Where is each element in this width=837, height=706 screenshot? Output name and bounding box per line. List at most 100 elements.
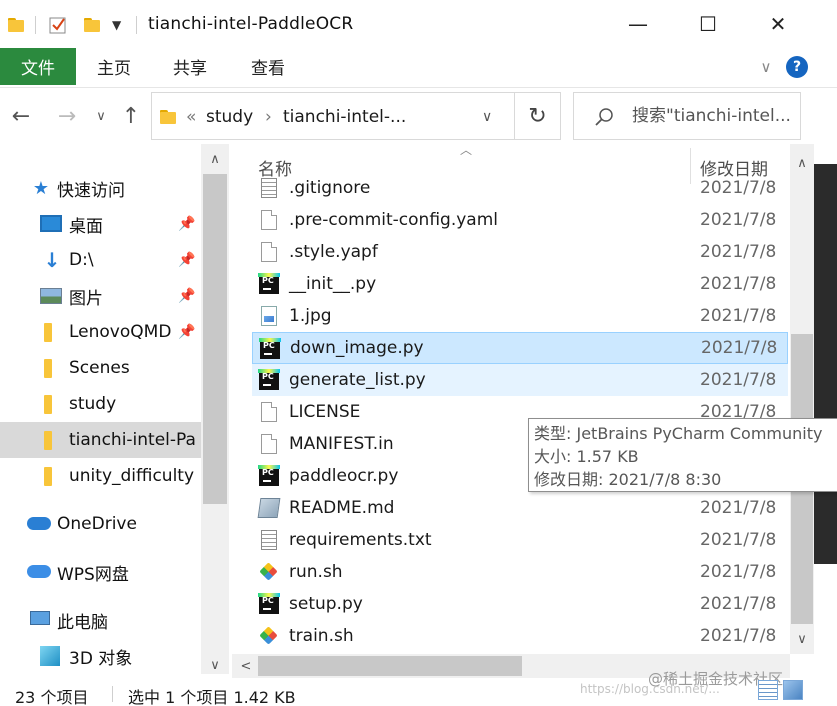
- file-icon: [261, 402, 277, 422]
- sidebar-item-label: study: [69, 394, 117, 414]
- file-name: requirements.txt: [289, 530, 432, 550]
- details-view-icon[interactable]: [758, 680, 778, 700]
- star-icon: ★: [32, 177, 50, 199]
- sidebar-item-scenes[interactable]: Scenes: [0, 350, 201, 386]
- pycharm-file-icon: [258, 273, 280, 294]
- file-row[interactable]: 1.jpg 2021/7/8: [252, 300, 788, 332]
- help-icon[interactable]: ?: [786, 56, 808, 78]
- cloud-icon: [27, 565, 51, 578]
- desktop-icon: [40, 215, 62, 232]
- sidebar-item-label: LenovoQMD: [69, 322, 172, 342]
- breadcrumb-current-folder[interactable]: tianchi-intel-...: [283, 107, 406, 127]
- sidebar-item-this-pc[interactable]: 此电脑: [0, 602, 201, 638]
- up-arrow-icon[interactable]: ↑: [118, 104, 144, 129]
- file-row[interactable]: down_image.py 2021/7/8: [252, 332, 788, 364]
- title-bar: ▼ tianchi-intel-PaddleOCR — ☐ ✕: [0, 0, 837, 48]
- selection-info: 选中 1 个项目 1.42 KB: [128, 688, 296, 706]
- divider: [136, 16, 137, 34]
- pin-icon: 📌: [178, 288, 196, 304]
- properties-check-icon[interactable]: [49, 13, 67, 37]
- image-file-icon: [261, 306, 277, 326]
- scroll-up-chevron-icon[interactable]: ∧: [788, 150, 816, 176]
- file-row[interactable]: __init__.py 2021/7/8: [252, 268, 788, 300]
- sidebar-item-desktop[interactable]: 桌面 📌: [0, 206, 201, 242]
- new-folder-icon[interactable]: [84, 13, 100, 37]
- computer-icon: [30, 611, 50, 625]
- file-row[interactable]: .pre-commit-config.yaml 2021/7/8: [252, 204, 788, 236]
- watermark-url: https://blog.csdn.net/...: [580, 682, 720, 696]
- refresh-icon[interactable]: ↻: [514, 92, 560, 140]
- expand-ribbon-chevron-icon[interactable]: ∨: [752, 48, 780, 85]
- file-date: 2021/7/8: [700, 274, 777, 294]
- tooltip-size: 大小: 1.57 KB: [534, 447, 639, 466]
- sidebar-scrollbar[interactable]: ∧ ∨: [201, 144, 229, 674]
- file-row[interactable]: setup.py 2021/7/8: [252, 588, 788, 620]
- sidebar-item-label: tianchi-intel-Pa: [69, 430, 196, 450]
- file-row[interactable]: .style.yapf 2021/7/8: [252, 236, 788, 268]
- breadcrumb-study[interactable]: study: [206, 107, 253, 127]
- large-icons-view-icon[interactable]: [783, 680, 803, 700]
- file-row[interactable]: requirements.txt 2021/7/8: [252, 524, 788, 556]
- forward-arrow-icon[interactable]: →: [54, 104, 80, 129]
- maximize-button[interactable]: ☐: [673, 0, 743, 48]
- sidebar-item-onedrive[interactable]: OneDrive: [0, 506, 201, 542]
- text-file-icon: [261, 530, 277, 550]
- sidebar-item-quick-access[interactable]: ★ 快速访问: [0, 170, 201, 206]
- file-icon: [261, 210, 277, 230]
- close-button[interactable]: ✕: [743, 0, 813, 48]
- file-row[interactable]: README.md 2021/7/8: [252, 492, 788, 524]
- scrollbar-thumb[interactable]: [258, 656, 522, 676]
- sidebar-item-wps-drive[interactable]: WPS网盘: [0, 554, 201, 590]
- file-row[interactable]: train.sh 2021/7/8: [252, 620, 788, 652]
- scroll-left-chevron-icon[interactable]: <: [232, 653, 260, 679]
- file-date: 2021/7/8: [700, 530, 777, 550]
- pycharm-file-icon: [259, 338, 281, 359]
- sidebar-item-unity-difficulty[interactable]: unity_difficulty: [0, 458, 201, 494]
- scroll-down-chevron-icon[interactable]: ∨: [201, 652, 229, 674]
- folder-icon: [8, 13, 24, 37]
- sidebar-item-3d-objects[interactable]: 3D 对象: [0, 638, 201, 674]
- file-name: setup.py: [289, 594, 363, 614]
- sidebar-item-d-drive[interactable]: ↓ D:\ 📌: [0, 242, 201, 278]
- tooltip-modified: 修改日期: 2021/7/8 8:30: [534, 470, 722, 489]
- pin-icon: 📌: [178, 252, 196, 268]
- pictures-icon: [40, 288, 62, 304]
- customize-toolbar-chevron-icon[interactable]: ▼: [112, 13, 121, 37]
- minimize-button[interactable]: —: [603, 0, 673, 48]
- navigation-pane: ★ 快速访问 桌面 📌 ↓ D:\ 📌 图片 📌 LenovoQMD 📌 Sce…: [0, 144, 229, 674]
- search-input[interactable]: [632, 105, 797, 127]
- sidebar-item-lenovoqmd[interactable]: LenovoQMD 📌: [0, 314, 201, 350]
- file-name: train.sh: [289, 626, 354, 646]
- sidebar-item-label: D:\: [69, 250, 94, 270]
- address-row: ← → ∨ ↑ « study › tianchi-intel-... ∨ ↻: [0, 88, 837, 144]
- address-bar[interactable]: « study › tianchi-intel-... ∨: [151, 92, 561, 140]
- overflow-chevron-icon[interactable]: «: [186, 107, 196, 127]
- tab-file[interactable]: 文件: [0, 48, 76, 85]
- address-dropdown-chevron-icon[interactable]: ∨: [482, 109, 492, 125]
- file-icon: [261, 242, 277, 262]
- shell-script-icon: [259, 626, 279, 646]
- scroll-down-chevron-icon[interactable]: ∨: [788, 626, 816, 652]
- tab-home[interactable]: 主页: [84, 48, 144, 85]
- sort-ascending-chevron-icon: ︿: [460, 144, 473, 157]
- back-arrow-icon[interactable]: ←: [8, 104, 34, 129]
- sidebar-item-label: 3D 对象: [69, 648, 133, 669]
- sidebar-item-pictures[interactable]: 图片 📌: [0, 278, 201, 314]
- file-name: .gitignore: [289, 178, 371, 198]
- file-row[interactable]: generate_list.py 2021/7/8: [252, 364, 788, 396]
- file-date: 2021/7/8: [700, 306, 777, 326]
- recent-locations-chevron-icon[interactable]: ∨: [92, 104, 110, 128]
- search-box[interactable]: [573, 92, 801, 140]
- file-date: 2021/7/8: [700, 242, 777, 262]
- shell-script-icon: [259, 562, 279, 582]
- file-row[interactable]: .gitignore 2021/7/8: [252, 172, 788, 204]
- sidebar-item-label: OneDrive: [57, 514, 137, 534]
- scrollbar-thumb[interactable]: [203, 174, 227, 504]
- tab-share[interactable]: 共享: [160, 48, 220, 85]
- scroll-up-chevron-icon[interactable]: ∧: [201, 146, 229, 172]
- tab-view[interactable]: 查看: [238, 48, 298, 85]
- file-row[interactable]: run.sh 2021/7/8: [252, 556, 788, 588]
- sidebar-item-study[interactable]: study: [0, 386, 201, 422]
- sidebar-item-tianchi-intel[interactable]: tianchi-intel-Pa: [0, 422, 201, 458]
- file-list-scrollbar[interactable]: ∧ ∨: [790, 144, 814, 654]
